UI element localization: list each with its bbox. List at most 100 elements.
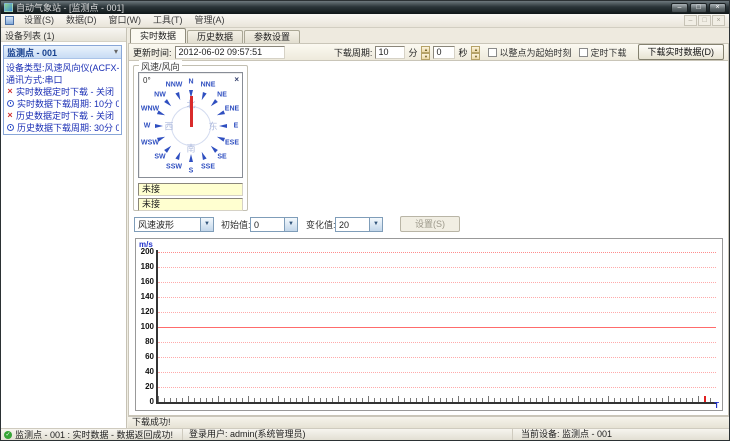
- window-title: 自动气象站 - [监测点 - 001]: [16, 3, 125, 13]
- seconds-input[interactable]: 0: [433, 45, 456, 59]
- status-message: 监测点 - 001 : 实时数据 - 数据返回成功!: [15, 430, 174, 440]
- device-info-line: 实时数据下载周期: 10分 0秒: [6, 97, 119, 109]
- seconds-stepper[interactable]: ▲ ▼: [471, 45, 481, 60]
- change-value-select-value: 20: [339, 219, 350, 230]
- wind-degree-label: 0°: [143, 76, 151, 85]
- y-tick-label: 60: [145, 352, 154, 361]
- clock-icon: [7, 99, 14, 107]
- device-type-text: 设备类型:风速风向仪(ACFX-4): [6, 62, 119, 73]
- compass-point-label: SW: [154, 153, 166, 161]
- y-tick-label: 140: [140, 292, 154, 301]
- y-tick-label: 120: [140, 307, 154, 316]
- status-bar: ✓ 监测点 - 001 : 实时数据 - 数据返回成功! 登录用户: admin…: [1, 428, 729, 440]
- tab-parameter-settings[interactable]: 参数设置: [244, 30, 301, 43]
- compass-point-label: ENE: [224, 105, 240, 113]
- y-tick-label: 0: [149, 397, 154, 406]
- checkbox-icon[interactable]: [488, 47, 498, 57]
- settings-button[interactable]: 设置(S): [400, 216, 460, 232]
- download-status-bar: 下载成功!: [128, 416, 729, 428]
- timed-download-checkbox[interactable]: 定时下载: [579, 46, 627, 59]
- device-list-header: 设备列表 (1): [1, 28, 126, 42]
- minutes-stepper[interactable]: ▲ ▼: [421, 45, 431, 60]
- tab-history-data[interactable]: 历史数据: [187, 30, 244, 43]
- wind-groupbox: 风速/风向 0° × 北 东 南 西 N NNE NE ENE E ESE SE: [133, 60, 248, 211]
- gridline-180: [158, 267, 716, 268]
- x-axis-label: T: [714, 401, 719, 410]
- checkbox-icon[interactable]: [579, 47, 589, 57]
- compass-point-label: S: [188, 167, 194, 175]
- device-info-line: 通讯方式:串口: [6, 73, 119, 85]
- initial-value-select-value: 0: [254, 219, 260, 230]
- history-timer-text: 历史数据定时下载 - 关闭: [16, 110, 114, 121]
- status-message-section: ✓ 监测点 - 001 : 实时数据 - 数据返回成功!: [1, 429, 183, 440]
- minutes-input[interactable]: 10: [375, 45, 406, 59]
- compass-point-label: NNW: [165, 81, 183, 89]
- initial-value-select[interactable]: 0 ▼: [250, 217, 298, 232]
- device-list-panel: 设备列表 (1) 监测点 - 001 ▾ 设备类型:风速风向仪(ACFX-4) …: [1, 28, 127, 428]
- device-info-line: × 历史数据定时下载 - 关闭: [6, 109, 119, 121]
- minutes-unit-label: 分: [408, 47, 418, 58]
- tab-realtime-data[interactable]: 实时数据: [130, 28, 187, 43]
- collapse-icon[interactable]: ▾: [114, 47, 118, 57]
- spin-down-icon[interactable]: ▼: [471, 52, 481, 60]
- x-axis: [156, 402, 716, 404]
- download-realtime-button[interactable]: 下载实时数据(D): [637, 44, 724, 60]
- maximize-button[interactable]: □: [690, 2, 707, 13]
- child-close-icon[interactable]: ×: [712, 15, 725, 26]
- waveform-select-value: 风速波形: [138, 220, 175, 230]
- success-check-icon: ✓: [4, 430, 12, 439]
- compass-point-label: SE: [217, 153, 227, 161]
- y-tick-label: 160: [140, 277, 154, 286]
- device-card[interactable]: 监测点 - 001 ▾ 设备类型:风速风向仪(ACFX-4) 通讯方式:串口 ×…: [3, 45, 122, 135]
- update-time-label: 更新时间:: [133, 47, 172, 58]
- x-axis-major-ticks: [158, 396, 714, 402]
- compass-needle-icon: [190, 96, 193, 127]
- comm-mode-text: 通讯方式:串口: [6, 74, 63, 85]
- logged-in-user: 登录用户: admin(系统管理员): [183, 429, 513, 440]
- wind-compass: 0° × 北 东 南 西 N NNE NE ENE E ESE SE SSE S: [138, 72, 243, 178]
- realtime-period-text: 实时数据下载周期: 10分 0秒: [17, 98, 119, 109]
- x-mark-icon: ×: [7, 86, 13, 96]
- initial-value-label: 初始值:: [221, 220, 251, 230]
- change-value-select[interactable]: 20 ▼: [335, 217, 383, 232]
- waveform-select[interactable]: 风速波形 ▼: [134, 217, 214, 232]
- gridline-60: [158, 357, 716, 358]
- device-info-line: 历史数据下载周期: 30分 0秒: [6, 121, 119, 133]
- current-device: 当前设备: 监测点 - 001: [521, 429, 613, 439]
- menu-admin[interactable]: 管理(A): [189, 14, 231, 27]
- y-tick-label: 180: [140, 262, 154, 271]
- chevron-down-icon[interactable]: ▼: [369, 218, 382, 231]
- spin-down-icon[interactable]: ▼: [421, 52, 431, 60]
- child-minimize-icon[interactable]: –: [684, 15, 697, 26]
- wind-direction-field: 未接: [138, 198, 243, 211]
- title-bar: 自动气象站 - [监测点 - 001] – □ ×: [1, 1, 729, 14]
- timed-download-label: 定时下载: [590, 47, 627, 58]
- device-title: 监测点 - 001: [7, 47, 58, 58]
- chevron-down-icon[interactable]: ▼: [284, 218, 297, 231]
- download-period-label: 下载周期:: [333, 47, 373, 58]
- menu-settings[interactable]: 设置(S): [18, 14, 60, 27]
- main-panel: 实时数据 历史数据 参数设置 更新时间: 2012-06-02 09:57:51…: [128, 28, 729, 428]
- device-card-header[interactable]: 监测点 - 001 ▾: [4, 46, 121, 59]
- start-on-hour-checkbox[interactable]: 以整点为起始时刻: [488, 46, 571, 59]
- gridline-140: [158, 297, 716, 298]
- wind-speed-field: 未接: [138, 183, 243, 196]
- x-axis-cursor-tick: [704, 396, 706, 402]
- child-restore-icon[interactable]: □: [698, 15, 711, 26]
- menu-tools[interactable]: 工具(T): [147, 14, 189, 27]
- y-tick-label: 40: [145, 367, 154, 376]
- minimize-button[interactable]: –: [671, 2, 688, 13]
- menu-window[interactable]: 窗口(W): [103, 14, 148, 27]
- gridline-120: [158, 312, 716, 313]
- close-button[interactable]: ×: [709, 2, 726, 13]
- gridline-20: [158, 387, 716, 388]
- chevron-down-icon[interactable]: ▼: [200, 218, 213, 231]
- gridline-80: [158, 342, 716, 343]
- compass-corner-mark: ×: [234, 75, 239, 84]
- update-time-field: 2012-06-02 09:57:51: [174, 45, 285, 59]
- spin-up-icon[interactable]: ▲: [471, 45, 481, 53]
- spin-up-icon[interactable]: ▲: [421, 45, 431, 53]
- device-card-body: 设备类型:风速风向仪(ACFX-4) 通讯方式:串口 × 实时数据定时下载 - …: [4, 59, 121, 135]
- compass-point-label: WSW: [141, 139, 159, 147]
- menu-data[interactable]: 数据(D): [60, 14, 103, 27]
